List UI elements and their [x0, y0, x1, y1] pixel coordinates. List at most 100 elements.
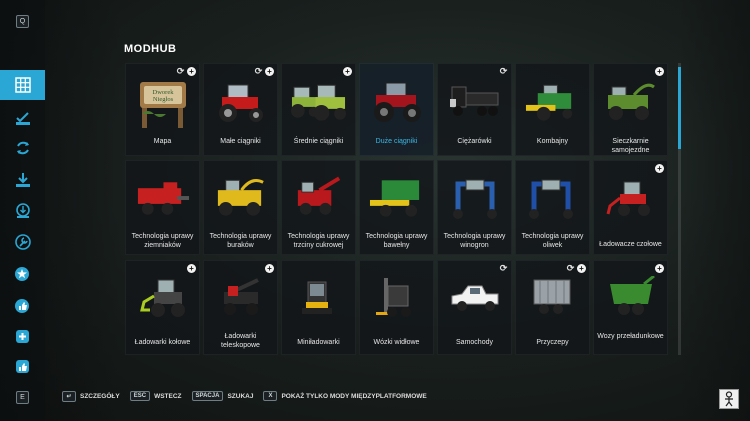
category-tile-beet-technology[interactable]: Technologia uprawy buraków: [203, 160, 278, 255]
hint-label: SZUKAJ: [227, 392, 254, 400]
category-label: Kombajny: [536, 138, 569, 145]
telehandler-image: [212, 271, 269, 326]
nav-modhub-grid[interactable]: [0, 70, 45, 100]
category-label: Przyczepy: [536, 339, 569, 346]
sidebar: Q E: [0, 0, 45, 421]
category-grid: ⟳ + Dworek Niegłos Mapa ⟳ + Małe ciągnik…: [123, 63, 675, 355]
category-label: Samochody: [456, 339, 493, 346]
trailer-image: [524, 271, 581, 326]
pickup-car-image: [446, 271, 503, 326]
category-label: Technologia uprawy ziemniaków: [131, 233, 194, 249]
category-tile-telehandlers[interactable]: + Ładowarki teleskopowe: [203, 260, 278, 355]
nav-new[interactable]: [0, 322, 45, 352]
like-icon: [15, 360, 29, 373]
grape-harvester-image: [446, 171, 503, 226]
cotton-picker-image: [368, 171, 425, 226]
category-label: Mapa: [153, 138, 172, 145]
category-tile-wheel-loaders[interactable]: + Ładowarki kołowe: [125, 260, 200, 355]
avatar-icon: [725, 391, 733, 407]
skid-steer-image: [290, 271, 347, 326]
key-q-hint[interactable]: Q: [16, 15, 29, 28]
category-tile-large-tractors[interactable]: Duże ciągniki: [359, 63, 434, 156]
hint-crossplatform-filter[interactable]: X POKAŻ TYLKO MODY MIĘDZYPLATFORMOWE: [263, 391, 427, 401]
truck-image: [446, 74, 503, 129]
scrollbar[interactable]: [678, 63, 681, 355]
category-tile-potato-technology[interactable]: Technologia uprawy ziemniaków: [125, 160, 200, 255]
forage-harvester-image: [602, 74, 659, 129]
category-label: Technologia uprawy bawełny: [365, 233, 428, 249]
nav-updates[interactable]: [0, 133, 45, 163]
beet-harvester-image: [212, 171, 269, 226]
thumb-icon: [14, 299, 29, 313]
potato-harvester-image: [134, 171, 191, 226]
plus-icon: [15, 330, 29, 343]
category-tile-trucks[interactable]: ⟳ Ciężarówki: [437, 63, 512, 156]
category-tile-combines[interactable]: Kombajny: [515, 63, 590, 156]
category-tile-forage-harvesters[interactable]: + Sieczkarnie samojezdne: [593, 63, 668, 156]
category-tile-skid-steers[interactable]: Miniładowarki: [281, 260, 356, 355]
nav-downloads[interactable]: [0, 165, 45, 195]
category-label: Średnie ciągniki: [293, 138, 344, 145]
hint-label: SZCZEGÓŁY: [80, 392, 120, 400]
overloading-wagon-image: [602, 271, 659, 326]
footer-hints: ↵ SZCZEGÓŁY ESC WSTECZ SPACJA SZUKAJ X P…: [62, 390, 427, 402]
category-label: Ładowarki teleskopowe: [221, 333, 260, 349]
category-tile-front-loaders[interactable]: + Ładowacze czołowe: [593, 160, 668, 255]
map-sign-image: Dworek Niegłos: [134, 74, 191, 129]
category-tile-cotton-technology[interactable]: Technologia uprawy bawełny: [359, 160, 434, 255]
front-loader-image: [602, 171, 659, 226]
category-label: Wozy przeładunkowe: [597, 333, 664, 340]
red-tractor-image: [212, 74, 269, 129]
map-sign-line-2: Niegłos: [152, 96, 173, 103]
category-tile-olive-technology[interactable]: Technologia uprawy oliwek: [515, 160, 590, 255]
install-icon: [15, 203, 30, 218]
nav-favorites[interactable]: [0, 259, 45, 289]
wrench-icon: [14, 234, 31, 250]
sugarcane-harvester-image: [290, 171, 347, 226]
star-icon: [14, 267, 29, 281]
category-tile-cars[interactable]: ⟳ Samochody: [437, 260, 512, 355]
category-tile-medium-tractors[interactable]: + Średnie ciągniki: [281, 63, 356, 156]
green-tractors-image: [290, 74, 347, 129]
checklist-icon: [15, 112, 30, 125]
category-label: Technologia uprawy winogron: [443, 233, 506, 249]
category-label: Ładowarki kołowe: [134, 339, 191, 346]
category-tile-mapa[interactable]: ⟳ + Dworek Niegłos Mapa: [125, 63, 200, 156]
category-tile-overloading-wagons[interactable]: + Wozy przeładunkowe: [593, 260, 668, 355]
category-tile-forklifts[interactable]: Wózki widłowe: [359, 260, 434, 355]
category-label: Technologia uprawy buraków: [209, 233, 272, 249]
grid-icon: [14, 77, 31, 93]
category-label: Wózki widłowe: [373, 339, 420, 346]
hint-label: WSTECZ: [154, 392, 182, 400]
category-tile-sugarcane-technology[interactable]: Technologia uprawy trzciny cukrowej: [281, 160, 356, 255]
key-e-hint[interactable]: E: [16, 391, 29, 404]
sync-icon: [16, 141, 29, 155]
category-tile-small-tractors[interactable]: ⟳ + Małe ciągniki: [203, 63, 278, 156]
combine-image: [524, 74, 581, 129]
scrollbar-thumb[interactable]: [678, 67, 681, 149]
category-label: Sieczkarnie samojezdne: [611, 138, 650, 154]
nav-tools[interactable]: [0, 227, 45, 257]
nav-recommended[interactable]: [0, 291, 45, 321]
nav-install[interactable]: [0, 196, 45, 226]
hint-search[interactable]: SPACJA SZUKAJ: [191, 391, 254, 401]
hint-label: POKAŻ TYLKO MODY MIĘDZYPLATFORMOWE: [281, 392, 427, 400]
category-label: Technologia uprawy trzciny cukrowej: [287, 233, 350, 249]
hint-details[interactable]: ↵ SZCZEGÓŁY: [62, 390, 120, 402]
category-label: Ładowacze czołowe: [599, 241, 662, 248]
hint-back[interactable]: ESC WSTECZ: [129, 391, 182, 401]
nav-most-downloaded[interactable]: [0, 352, 45, 382]
category-label: Małe ciągniki: [220, 138, 261, 145]
enter-key-icon: ↵: [62, 390, 76, 402]
category-label: Duże ciągniki: [375, 138, 418, 145]
esc-key-icon: ESC: [129, 391, 151, 401]
category-label: Miniładowarki: [297, 339, 340, 346]
category-tile-trailers[interactable]: ⟳ + Przyczepy: [515, 260, 590, 355]
category-tile-grape-technology[interactable]: Technologia uprawy winogron: [437, 160, 512, 255]
wheel-loader-image: [134, 271, 191, 326]
x-key-icon: X: [263, 391, 278, 401]
page-title: MODHUB: [124, 43, 177, 55]
nav-installed[interactable]: [0, 103, 45, 133]
player-avatar[interactable]: [719, 389, 739, 409]
map-sign-line-1: Dworek: [152, 89, 174, 96]
